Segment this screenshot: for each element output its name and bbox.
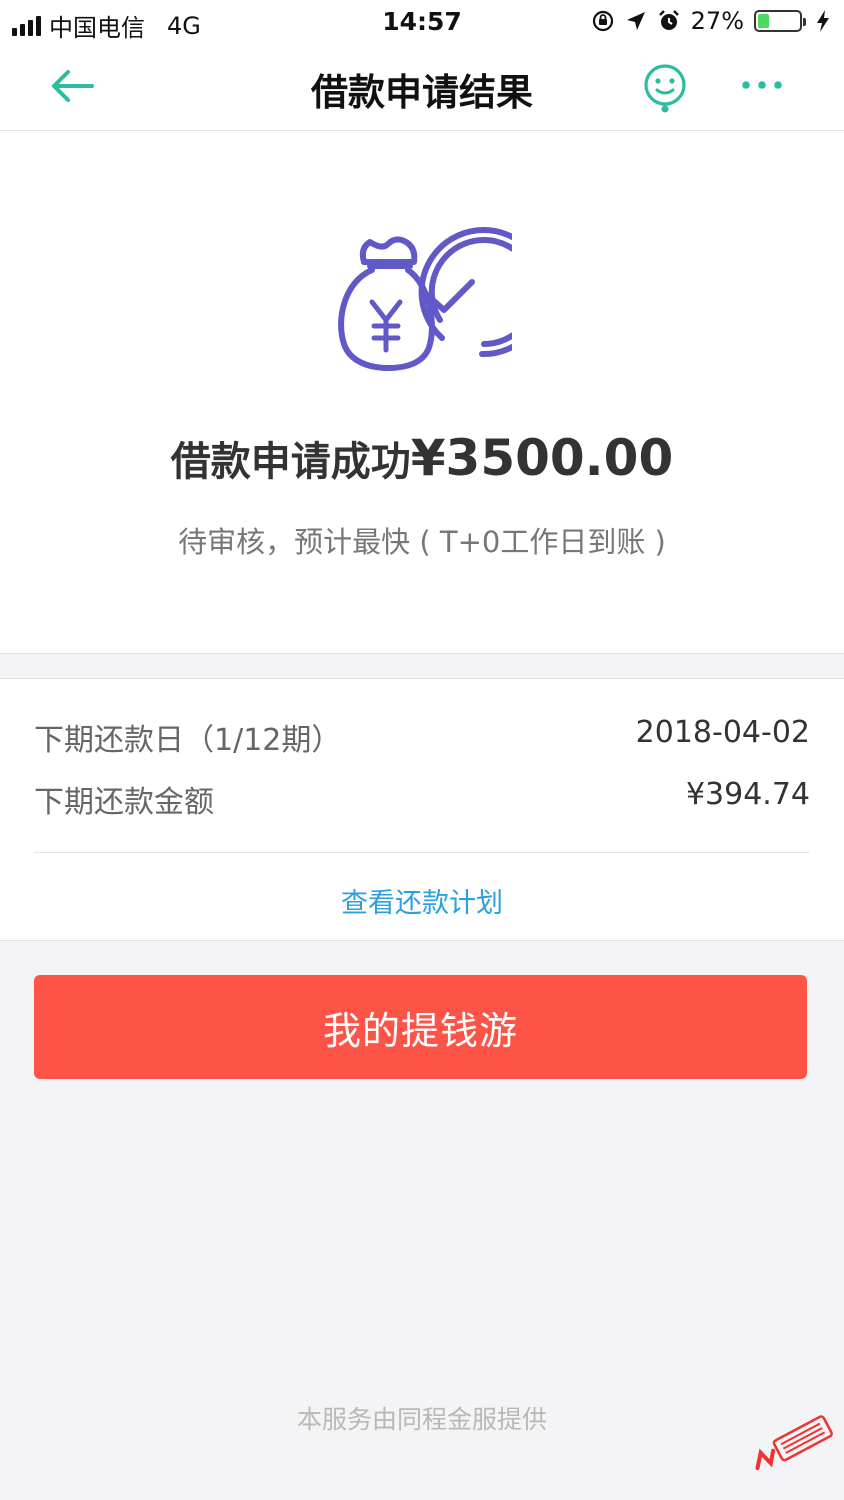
my-withdrawals-button[interactable]: 我的提钱游 xyxy=(34,975,807,1079)
money-bag-check-icon xyxy=(338,227,512,371)
next-date-label: 下期还款日（1/12期） xyxy=(34,723,342,758)
battery-fill xyxy=(758,14,769,28)
status-bar: 中国电信 4G 14:57 27% xyxy=(0,0,844,44)
divider xyxy=(34,852,810,853)
page-title: 借款申请结果 xyxy=(311,71,533,114)
next-amount-label: 下期还款金额 xyxy=(34,785,214,820)
battery-icon xyxy=(754,10,806,32)
next-date-value: 2018-04-02 xyxy=(635,715,810,750)
rotation-lock-icon xyxy=(592,10,613,32)
charging-icon xyxy=(817,10,829,32)
location-icon xyxy=(626,12,645,30)
footer-provider-text: 本服务由同程金服提供 xyxy=(296,1405,547,1434)
result-section: 借款申请成功¥3500.00 待审核，预计最快 ( T+0工作日到账 ) xyxy=(0,131,844,654)
view-repayment-plan-link[interactable]: 查看还款计划 xyxy=(0,881,844,920)
loan-amount: ¥3500.00 xyxy=(410,429,674,487)
result-title: 借款申请成功¥3500.00 xyxy=(0,429,844,487)
next-amount-value: ¥394.74 xyxy=(685,777,810,812)
navigation-bar: 借款申请结果 xyxy=(0,44,844,131)
status-right: 27% xyxy=(591,7,830,35)
result-status-text: 借款申请成功 xyxy=(170,439,411,485)
customer-service-icon[interactable] xyxy=(640,62,690,114)
repayment-info: 下期还款日（1/12期） 2018-04-02 下期还款金额 ¥394.74 查… xyxy=(0,678,844,941)
more-icon[interactable] xyxy=(740,72,784,98)
next-date-row: 下期还款日（1/12期） 2018-04-02 xyxy=(34,715,810,759)
watermark-logo xyxy=(755,1415,833,1471)
battery-percent: 27% xyxy=(690,7,744,35)
alarm-icon xyxy=(658,10,679,30)
result-subtitle: 待审核，预计最快 ( T+0工作日到账 ) xyxy=(178,525,666,559)
next-amount-row: 下期还款金额 ¥394.74 xyxy=(34,777,810,821)
